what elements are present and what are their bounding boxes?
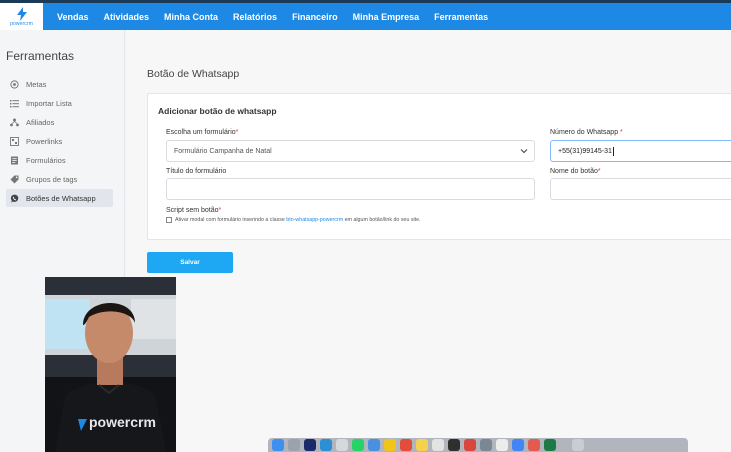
sidebar-item-label: Powerlinks — [26, 136, 63, 146]
modal-checkbox[interactable] — [166, 217, 172, 223]
sidebar-item-label: Grupos de tags — [26, 174, 78, 184]
macos-dock — [268, 438, 688, 452]
vscode-icon[interactable] — [320, 439, 332, 451]
app-icon[interactable] — [432, 439, 444, 451]
sidebar-item-label: Botões de Whatsapp — [26, 193, 96, 203]
trash-icon[interactable] — [572, 439, 584, 451]
nav-minha-empresa[interactable]: Minha Empresa — [353, 12, 420, 22]
lightning-bolt-icon — [16, 6, 27, 21]
chrome-icon[interactable] — [464, 439, 476, 451]
sidebar-item-afiliados[interactable]: Afiliados — [6, 113, 113, 131]
sidebar-item-label: Importar Lista — [26, 98, 72, 108]
text-cursor — [612, 146, 614, 156]
sidebar-item-botoes-de-whatsapp[interactable]: Botões de Whatsapp — [6, 189, 113, 207]
nav-vendas[interactable]: Vendas — [57, 12, 89, 22]
main-content: Botão de Whatsapp Adicionar botão de wha… — [126, 30, 731, 452]
main-nav: Vendas Atividades Minha Conta Relatórios… — [57, 3, 503, 30]
sidebar-item-importar-lista[interactable]: Importar Lista — [6, 94, 113, 112]
form-select-label: Escolha um formulário* — [166, 129, 239, 136]
target-icon — [10, 79, 19, 89]
sidebar-item-metas[interactable]: Metas — [6, 75, 113, 93]
sidebar-title: Ferramentas — [6, 49, 75, 63]
required-mark: * — [597, 168, 601, 175]
app-icon[interactable] — [336, 439, 348, 451]
tag-icon — [10, 175, 19, 184]
top-navigation-bar: powercrm Vendas Atividades Minha Conta R… — [0, 3, 731, 30]
whatsapp-icon — [10, 194, 19, 203]
app-icon[interactable] — [496, 439, 508, 451]
sidebar-item-label: Metas — [26, 79, 47, 89]
form-icon — [10, 156, 19, 165]
whatsapp-number-label: Número do Whatsapp * — [550, 129, 623, 136]
webcam-overlay: powercrm — [45, 277, 176, 452]
form-select[interactable]: Formulário Campanha de Natal — [166, 140, 535, 162]
form-select-value: Formulário Campanha de Natal — [174, 147, 272, 155]
page-title: Botão de Whatsapp — [147, 68, 240, 80]
nav-ferramentas[interactable]: Ferramentas — [434, 12, 488, 22]
required-mark: * — [235, 129, 239, 136]
app-icon[interactable] — [304, 439, 316, 451]
link-icon — [10, 136, 19, 146]
app-icon[interactable] — [400, 439, 412, 451]
form-title-label: Título do formulário — [166, 168, 227, 175]
sidebar-menu: Metas Importar Lista Afiliados Powerlink… — [6, 75, 113, 208]
required-mark: * — [218, 207, 222, 214]
script-option: Ativar modal com formulário inserindo a … — [166, 217, 421, 223]
nav-relatorios[interactable]: Relatórios — [233, 12, 277, 22]
required-mark: * — [620, 129, 623, 136]
nav-minha-conta[interactable]: Minha Conta — [164, 12, 218, 22]
excel-icon[interactable] — [544, 439, 556, 451]
app-icon[interactable] — [368, 439, 380, 451]
affiliates-icon — [10, 118, 19, 127]
whatsapp-number-input[interactable]: +55(31)99145-31 — [550, 140, 731, 162]
app-icon[interactable] — [528, 439, 540, 451]
button-name-label: Nome do botão* — [550, 168, 601, 175]
whatsapp-icon[interactable] — [352, 439, 364, 451]
whatsapp-button-form-card: Adicionar botão de whatsapp Escolha um f… — [147, 93, 731, 240]
launchpad-icon[interactable] — [288, 439, 300, 451]
app-icon[interactable] — [448, 439, 460, 451]
nav-atividades[interactable]: Atividades — [104, 12, 150, 22]
sidebar-item-formularios[interactable]: Formulários — [6, 151, 113, 169]
sidebar-item-label: Afiliados — [26, 117, 55, 127]
script-text-before: Ativar modal com formulário inserindo a … — [175, 217, 285, 223]
nav-financeiro[interactable]: Financeiro — [292, 12, 338, 22]
logo-text: powercrm — [10, 20, 33, 27]
sidebar-item-label: Formulários — [26, 155, 66, 165]
shirt-logo-text: powercrm — [89, 414, 156, 430]
form-title-input[interactable] — [166, 178, 535, 200]
app-icon[interactable] — [384, 439, 396, 451]
script-label: Script sem botão* — [166, 207, 222, 214]
notes-icon[interactable] — [416, 439, 428, 451]
save-button[interactable]: Salvar — [147, 252, 233, 273]
list-icon — [10, 99, 19, 108]
finder-icon[interactable] — [272, 439, 284, 451]
sidebar-item-grupos-de-tags[interactable]: Grupos de tags — [6, 170, 113, 188]
chevron-down-icon — [520, 149, 528, 154]
powercrm-logo[interactable]: powercrm — [0, 3, 43, 30]
sidebar-item-powerlinks[interactable]: Powerlinks — [6, 132, 113, 150]
chrome-icon[interactable] — [512, 439, 524, 451]
whatsapp-number-value: +55(31)99145-31 — [558, 147, 612, 155]
script-text-after: em algum botão/link do seu site. — [344, 217, 421, 223]
app-icon[interactable] — [480, 439, 492, 451]
card-title: Adicionar botão de whatsapp — [158, 106, 277, 116]
script-class-code: btn-whatsapp-powercrm — [286, 217, 344, 223]
button-name-input[interactable] — [550, 178, 731, 200]
